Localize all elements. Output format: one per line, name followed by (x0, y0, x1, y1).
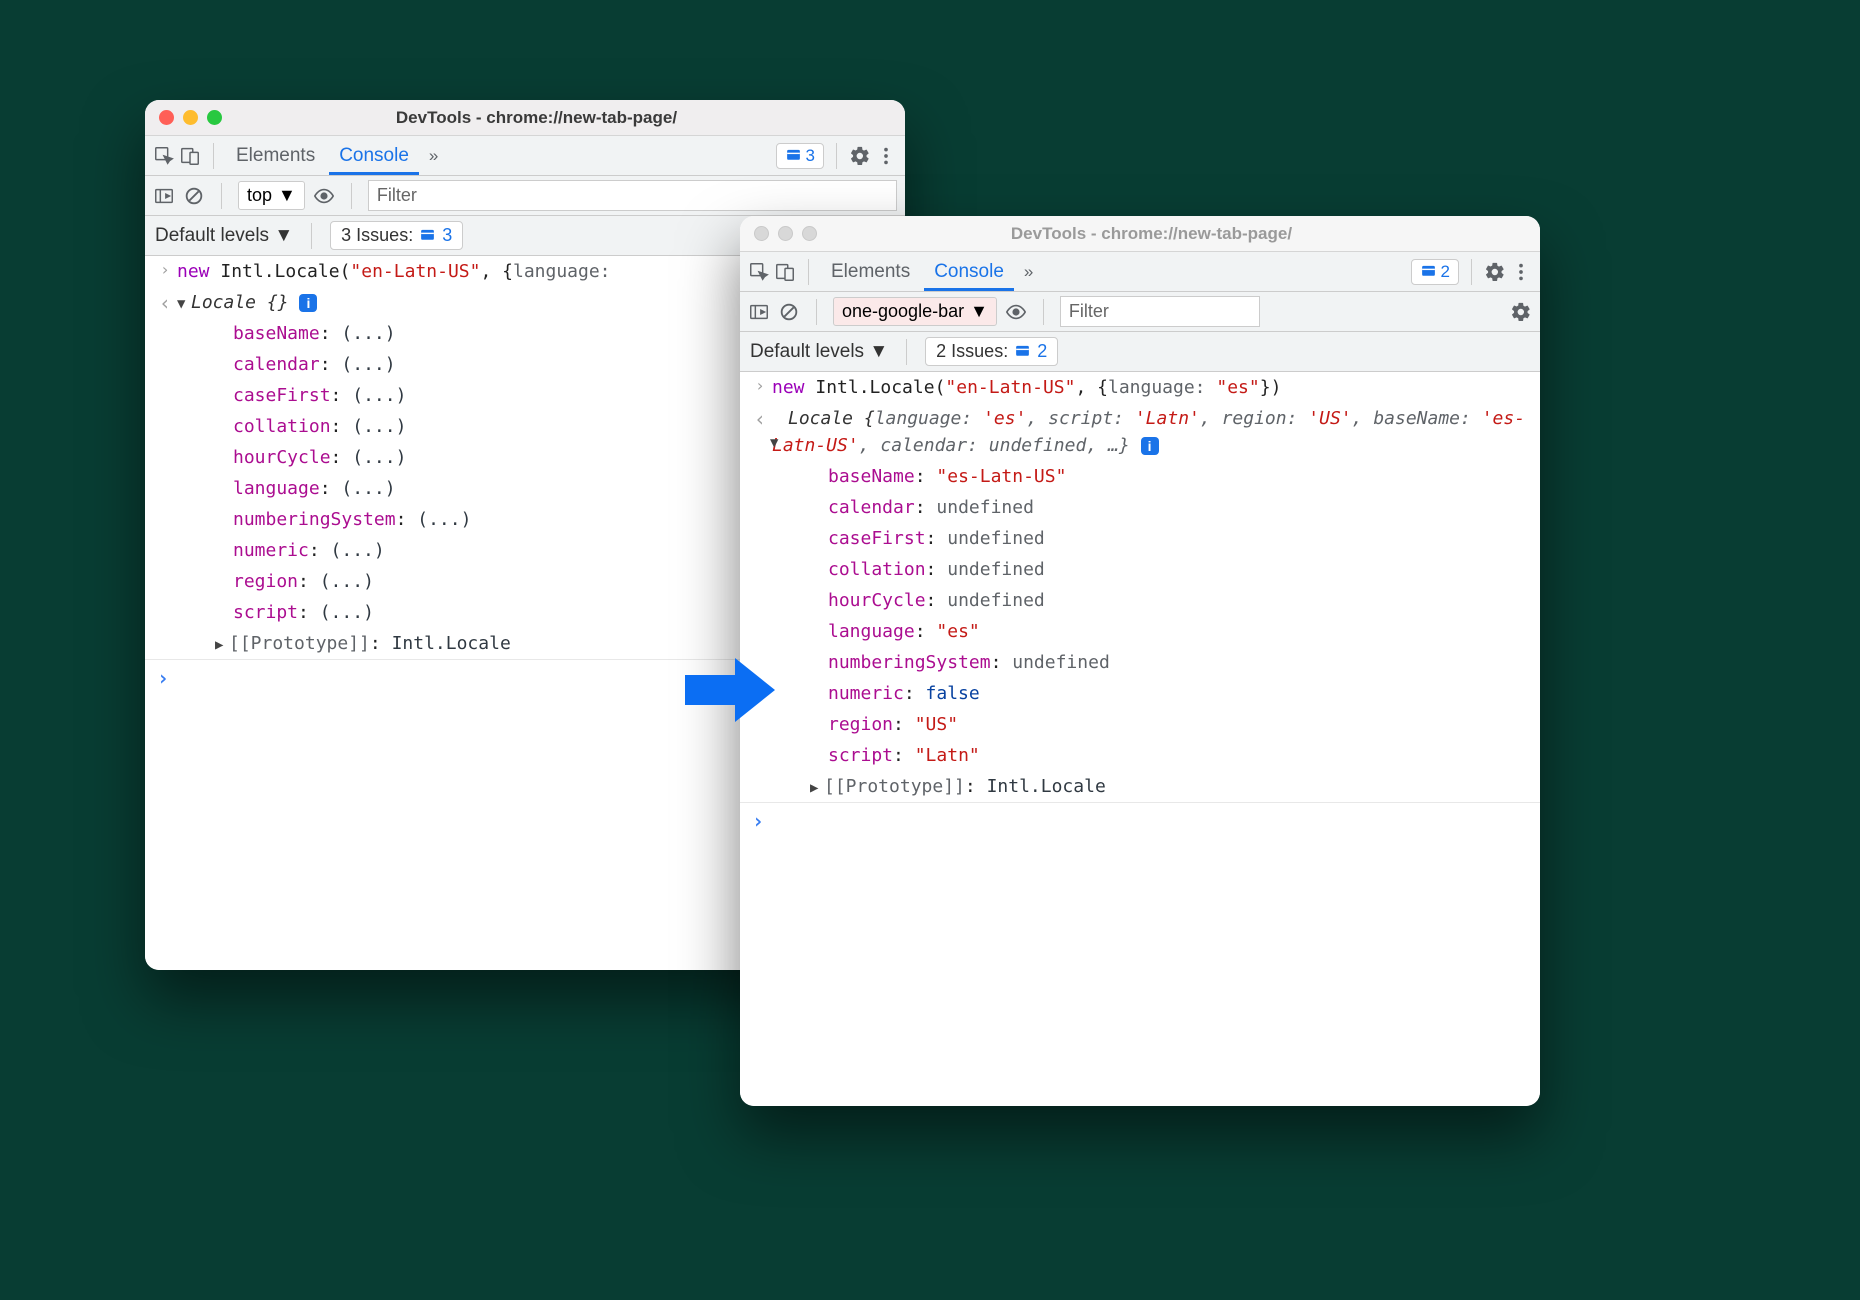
divider (1043, 299, 1044, 325)
tab-elements[interactable]: Elements (821, 253, 920, 291)
divider (351, 183, 352, 209)
divider (836, 143, 837, 169)
maximize-icon[interactable] (207, 110, 222, 125)
property-row[interactable]: numeric: false (772, 680, 1532, 707)
chevron-down-icon: ▼ (970, 301, 988, 322)
maximize-icon[interactable] (802, 226, 817, 241)
execution-context[interactable]: top ▼ (238, 181, 305, 210)
divider (808, 259, 809, 285)
property-row[interactable]: region: "US" (772, 711, 1532, 738)
issues-badge: 2 (1037, 341, 1047, 362)
levels-bar: Default levels ▼ 2 Issues: 2 (740, 332, 1540, 372)
console-toolbar: top ▼ Filter (145, 176, 905, 216)
execution-context[interactable]: one-google-bar ▼ (833, 297, 997, 326)
traffic-lights (754, 226, 817, 241)
devtools-window-right: DevTools - chrome://new-tab-page/ Elemen… (740, 216, 1540, 1106)
titlebar[interactable]: DevTools - chrome://new-tab-page/ (740, 216, 1540, 252)
console-output[interactable]: › new Intl.Locale("en-Latn-US", {languag… (740, 372, 1540, 1106)
kebab-icon[interactable] (1510, 261, 1532, 283)
issues-label: 2 Issues: (936, 341, 1008, 362)
property-row[interactable]: calendar: undefined (772, 494, 1532, 521)
issues-button[interactable]: 2 Issues: 2 (925, 337, 1058, 366)
inspect-icon[interactable] (748, 261, 770, 283)
sidebar-toggle-icon[interactable] (748, 301, 770, 323)
arrow-icon (680, 650, 780, 735)
issues-count: 3 (806, 146, 815, 166)
inspect-icon[interactable] (153, 145, 175, 167)
device-toggle-icon[interactable] (774, 261, 796, 283)
property-row[interactable]: script: "Latn" (772, 742, 1532, 769)
close-icon[interactable] (159, 110, 174, 125)
sidebar-toggle-icon[interactable] (153, 185, 175, 207)
divider (1471, 259, 1472, 285)
console-toolbar: one-google-bar ▼ Filter (740, 292, 1540, 332)
console-prompt[interactable]: › (740, 802, 1540, 839)
main-toolbar: Elements Console » 3 (145, 136, 905, 176)
property-row[interactable]: caseFirst: undefined (772, 525, 1532, 552)
info-icon[interactable]: i (1141, 437, 1159, 455)
minimize-icon[interactable] (183, 110, 198, 125)
clear-console-icon[interactable] (778, 301, 800, 323)
eye-icon[interactable] (1005, 301, 1027, 323)
divider (311, 223, 312, 249)
divider (906, 339, 907, 365)
filter-input[interactable]: Filter (368, 180, 897, 211)
console-result-summary[interactable]: Locale {language: 'es', script: 'Latn', … (772, 405, 1532, 459)
context-label: top (247, 185, 272, 206)
issues-label: 3 Issues: (341, 225, 413, 246)
property-row[interactable]: language: "es" (772, 618, 1532, 645)
window-title: DevTools - chrome://new-tab-page/ (817, 224, 1526, 244)
minimize-icon[interactable] (778, 226, 793, 241)
filter-input[interactable]: Filter (1060, 296, 1260, 327)
traffic-lights (159, 110, 222, 125)
property-row[interactable]: hourCycle: undefined (772, 587, 1532, 614)
context-label: one-google-bar (842, 301, 964, 322)
close-icon[interactable] (754, 226, 769, 241)
divider (213, 143, 214, 169)
issues-counter[interactable]: 2 (1411, 259, 1459, 285)
console-input-line: new Intl.Locale("en-Latn-US", {language:… (772, 374, 1532, 401)
property-row[interactable]: numberingSystem: undefined (772, 649, 1532, 676)
issues-badge: 3 (442, 225, 452, 246)
gear-icon[interactable] (1510, 301, 1532, 323)
device-toggle-icon[interactable] (179, 145, 201, 167)
issues-button[interactable]: 3 Issues: 3 (330, 221, 463, 250)
divider (816, 299, 817, 325)
chevron-down-icon: ▼ (278, 185, 296, 206)
kebab-icon[interactable] (875, 145, 897, 167)
window-title: DevTools - chrome://new-tab-page/ (222, 108, 891, 128)
issues-counter[interactable]: 3 (776, 143, 824, 169)
property-row[interactable]: baseName: "es-Latn-US" (772, 463, 1532, 490)
more-tabs-icon[interactable]: » (423, 146, 444, 166)
divider (221, 183, 222, 209)
levels-dropdown[interactable]: Default levels ▼ (155, 225, 293, 247)
issues-count: 2 (1441, 262, 1450, 282)
property-row[interactable]: collation: undefined (772, 556, 1532, 583)
tab-console[interactable]: Console (924, 253, 1014, 291)
tab-console[interactable]: Console (329, 137, 419, 175)
gear-icon[interactable] (1484, 261, 1506, 283)
gear-icon[interactable] (849, 145, 871, 167)
clear-console-icon[interactable] (183, 185, 205, 207)
main-toolbar: Elements Console » 2 (740, 252, 1540, 292)
more-tabs-icon[interactable]: » (1018, 262, 1039, 282)
info-icon[interactable]: i (299, 294, 317, 312)
titlebar[interactable]: DevTools - chrome://new-tab-page/ (145, 100, 905, 136)
prototype-row[interactable]: ▶[[Prototype]]: Intl.Locale (772, 773, 1532, 800)
tab-elements[interactable]: Elements (226, 137, 325, 175)
levels-dropdown[interactable]: Default levels ▼ (750, 341, 888, 363)
eye-icon[interactable] (313, 185, 335, 207)
